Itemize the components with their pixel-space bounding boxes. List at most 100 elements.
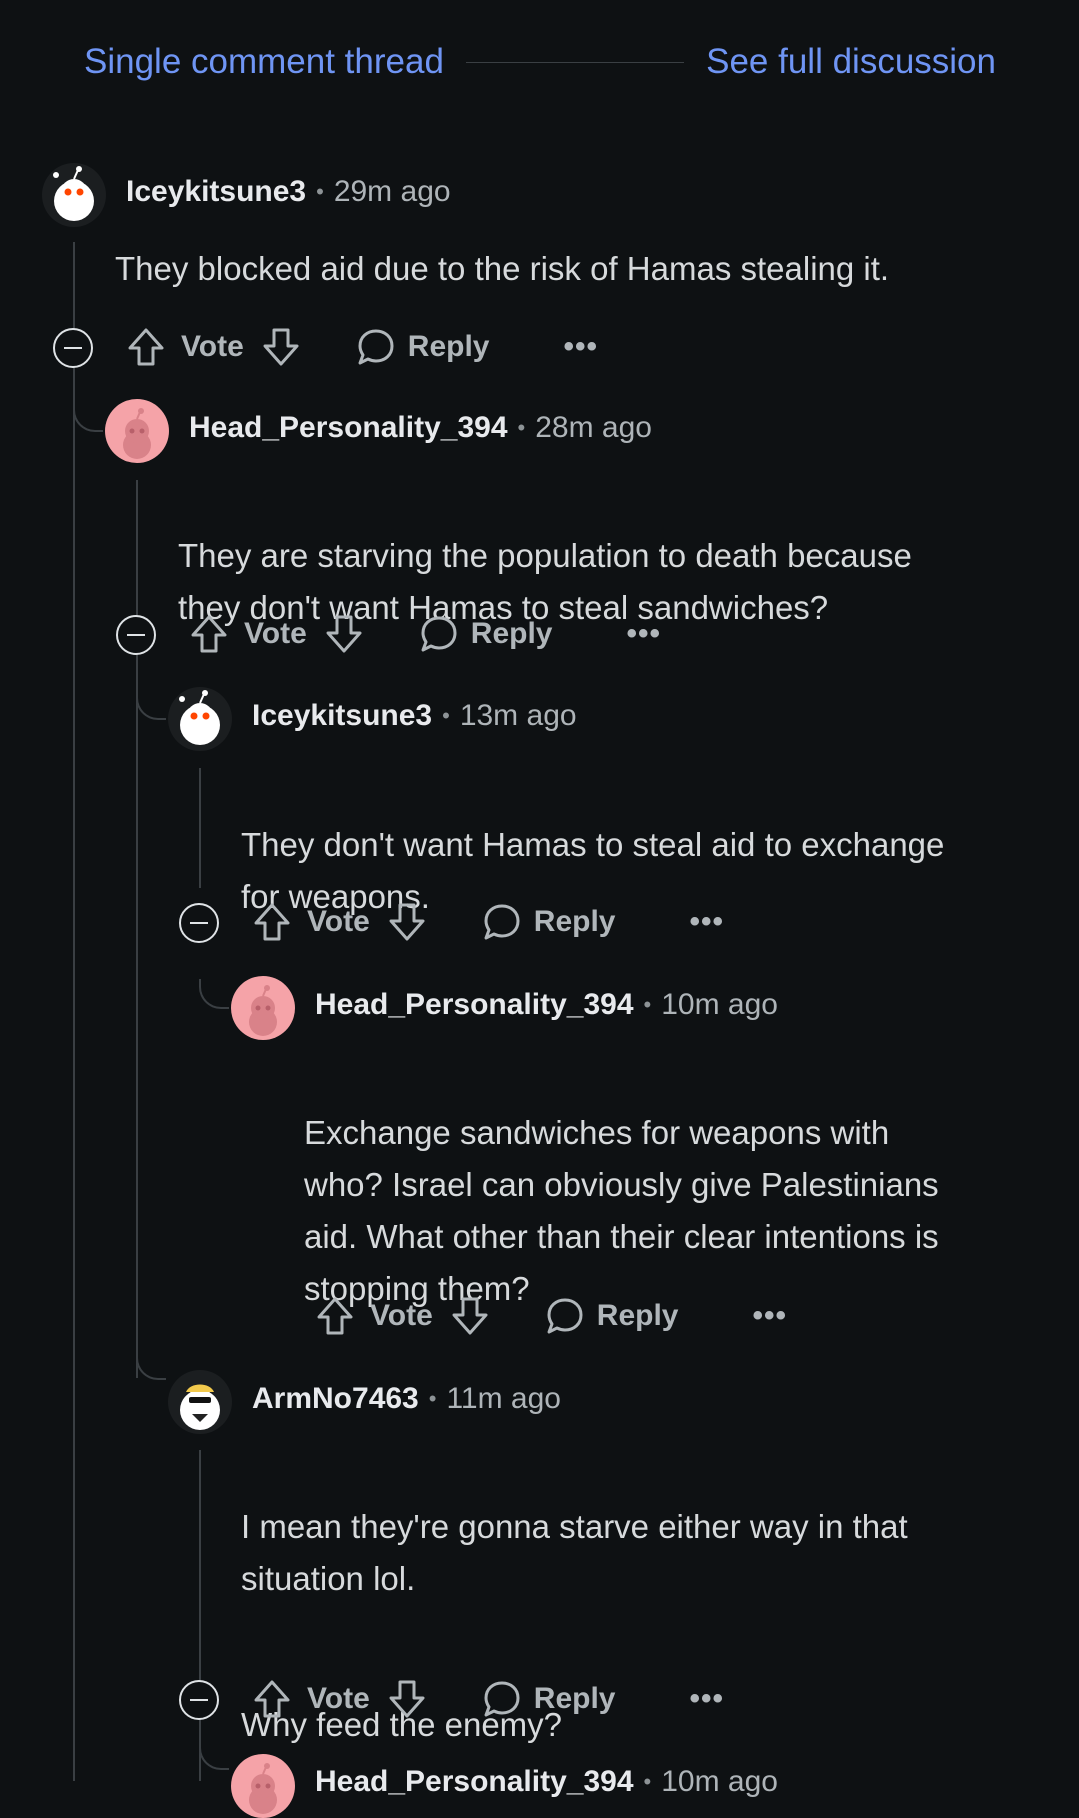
single-comment-thread-link[interactable]: Single comment thread [84,42,444,82]
reply-button[interactable]: Reply [482,1679,616,1719]
snoo-pink-icon [231,1754,295,1818]
comment-meta: Head_Personality_394 • 10m ago [315,1765,778,1799]
downvote-icon [263,328,299,366]
upvote-icon [191,615,227,653]
thread-branch [136,690,166,720]
reply-button[interactable]: Reply [356,327,490,367]
thread-line-level-2a [199,768,201,888]
reply-icon [358,329,394,365]
downvote-button[interactable] [388,1679,426,1719]
reply-label: Reply [533,905,616,938]
vote-label: Vote [244,617,307,650]
reply-icon [484,1681,520,1717]
upvote-button[interactable] [190,614,228,654]
thread-line-level-0 [73,242,75,1781]
timestamp: 28m ago [535,411,652,444]
comment-paragraph: I mean they're gonna starve either way i… [241,1508,908,1597]
snoo-pink-icon [105,399,169,463]
downvote-button[interactable] [325,614,363,654]
downvote-icon [326,615,362,653]
downvote-icon [452,1297,488,1335]
avatar[interactable] [231,976,295,1040]
reply-button[interactable]: Reply [545,1296,679,1336]
downvote-icon [389,1680,425,1718]
more-options-button[interactable]: ••• [627,617,662,651]
downvote-button[interactable] [451,1296,489,1336]
upvote-button[interactable] [253,1679,291,1719]
more-options-button[interactable]: ••• [753,1299,788,1333]
reply-label: Reply [533,1682,616,1715]
avatar[interactable] [42,163,106,227]
timestamp: 11m ago [446,1382,561,1415]
vote-label: Vote [307,905,370,938]
comment-paragraph: Exchange sandwiches for weapons with who… [304,1114,939,1307]
avatar[interactable] [231,1754,295,1818]
reply-icon [421,616,457,652]
collapse-button[interactable] [179,903,219,943]
meta-separator: • [643,992,652,1017]
downvote-button[interactable] [262,327,300,367]
upvote-button[interactable] [127,327,165,367]
reply-label: Reply [407,330,490,363]
avatar[interactable] [168,1370,232,1434]
upvote-button[interactable] [253,902,291,942]
comment-meta: Head_Personality_394 • 28m ago [189,411,652,445]
header-divider [465,61,685,63]
reply-icon [484,904,520,940]
username[interactable]: ArmNo7463 [252,1382,419,1416]
vote-label: Vote [370,1299,433,1332]
more-options-button[interactable]: ••• [564,330,599,364]
more-options-button[interactable]: ••• [690,1682,725,1716]
comment-meta: ArmNo7463 • 11m ago [252,1382,561,1416]
timestamp: 13m ago [459,699,577,732]
thread-branch [136,1350,166,1380]
vote-label: Vote [307,1682,370,1715]
thread-branch [199,1740,229,1770]
username[interactable]: Head_Personality_394 [315,1765,634,1799]
downvote-icon [389,903,425,941]
comment-meta: Iceykitsune3 • 13m ago [252,699,577,733]
collapse-button[interactable] [116,615,156,655]
reply-label: Reply [470,617,553,650]
comment-actions: Vote Reply ••• [253,894,724,950]
comment-actions: Vote Reply ••• [253,1671,724,1727]
timestamp: 10m ago [661,1765,778,1798]
upvote-icon [254,903,290,941]
timestamp: 29m ago [333,175,451,208]
upvote-button[interactable] [316,1296,354,1336]
meta-separator: • [316,179,324,204]
timestamp: 10m ago [661,988,778,1021]
see-full-discussion-link[interactable]: See full discussion [706,42,996,82]
comment-body: They blocked aid due to the risk of Hama… [115,243,889,295]
collapse-button[interactable] [53,328,93,368]
avatar[interactable] [105,399,169,463]
username[interactable]: Head_Personality_394 [315,988,634,1022]
comment-meta: Head_Personality_394 • 10m ago [315,988,778,1022]
thread-header: Single comment thread See full discussio… [84,38,996,86]
comment-actions: Vote Reply ••• [190,606,661,662]
meta-separator: • [442,703,450,728]
comment-meta: Iceykitsune3 • 29m ago [126,175,451,209]
reply-button[interactable]: Reply [482,902,616,942]
avatar[interactable] [168,687,232,751]
reply-button[interactable]: Reply [419,614,553,654]
comment-actions: Vote Reply ••• [127,319,598,375]
comment-actions: Vote Reply ••• [316,1288,787,1344]
upvote-icon [128,328,164,366]
username[interactable]: Iceykitsune3 [252,699,432,733]
reply-label: Reply [596,1299,679,1332]
meta-separator: • [643,1769,652,1794]
thread-branch [199,979,229,1009]
meta-separator: • [517,415,526,440]
thread-branch [73,402,103,432]
meta-separator: • [428,1386,437,1411]
username[interactable]: Iceykitsune3 [126,175,306,209]
snoo-white-icon [42,163,106,227]
collapse-button[interactable] [179,1680,219,1720]
more-options-button[interactable]: ••• [690,905,725,939]
vote-label: Vote [181,330,244,363]
downvote-button[interactable] [388,902,426,942]
comment-body: I mean they're gonna starve either way i… [241,1449,908,1803]
username[interactable]: Head_Personality_394 [189,411,508,445]
upvote-icon [254,1680,290,1718]
